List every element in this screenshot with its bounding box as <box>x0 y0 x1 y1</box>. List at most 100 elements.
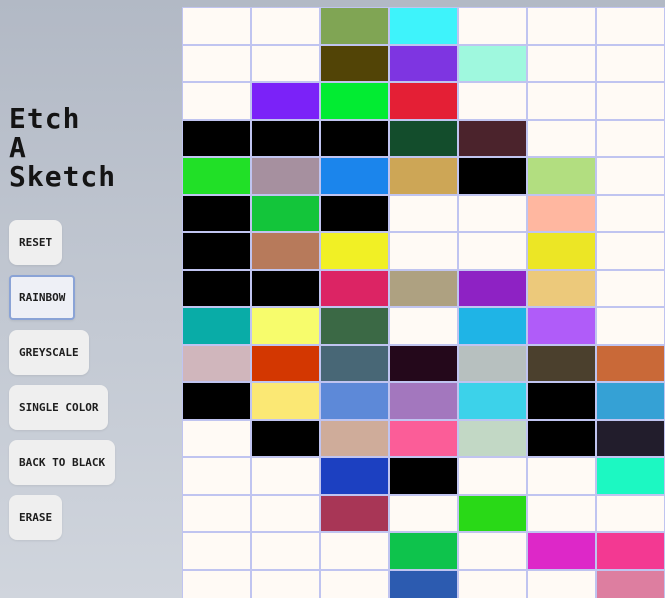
grid-cell[interactable] <box>182 344 251 382</box>
grid-cell[interactable] <box>251 82 320 120</box>
grid-cell[interactable] <box>251 194 320 232</box>
grid-cell[interactable] <box>527 532 596 570</box>
grid-cell[interactable] <box>596 569 665 598</box>
sketch-grid[interactable] <box>182 7 665 598</box>
grid-cell[interactable] <box>458 532 527 570</box>
grid-cell[interactable] <box>320 82 389 120</box>
grid-cell[interactable] <box>527 44 596 82</box>
single-color-button[interactable]: SINGLE COLOR <box>9 385 109 430</box>
grid-cell[interactable] <box>389 569 458 598</box>
grid-cell[interactable] <box>182 82 251 120</box>
grid-cell[interactable] <box>251 457 320 495</box>
grid-cell[interactable] <box>389 269 458 307</box>
grid-cell[interactable] <box>389 232 458 270</box>
grid-cell[interactable] <box>251 344 320 382</box>
grid-cell[interactable] <box>182 157 251 195</box>
grid-cell[interactable] <box>320 269 389 307</box>
grid-cell[interactable] <box>251 382 320 420</box>
grid-cell[interactable] <box>527 569 596 598</box>
grid-cell[interactable] <box>320 344 389 382</box>
grid-cell[interactable] <box>458 194 527 232</box>
grid-cell[interactable] <box>458 44 527 82</box>
grid-cell[interactable] <box>458 344 527 382</box>
grid-cell[interactable] <box>596 194 665 232</box>
grid-cell[interactable] <box>251 119 320 157</box>
grid-cell[interactable] <box>527 7 596 45</box>
grid-cell[interactable] <box>320 119 389 157</box>
back-to-black-button[interactable]: BACK TO BLACK <box>9 440 116 485</box>
grid-cell[interactable] <box>596 7 665 45</box>
grid-cell[interactable] <box>596 457 665 495</box>
grid-cell[interactable] <box>389 7 458 45</box>
grid-cell[interactable] <box>320 307 389 345</box>
grid-cell[interactable] <box>389 419 458 457</box>
greyscale-button[interactable]: GREYSCALE <box>9 330 89 375</box>
grid-cell[interactable] <box>389 457 458 495</box>
grid-cell[interactable] <box>182 269 251 307</box>
grid-cell[interactable] <box>320 7 389 45</box>
grid-cell[interactable] <box>458 232 527 270</box>
grid-cell[interactable] <box>596 119 665 157</box>
grid-cell[interactable] <box>389 194 458 232</box>
grid-cell[interactable] <box>458 419 527 457</box>
grid-cell[interactable] <box>527 119 596 157</box>
grid-cell[interactable] <box>251 307 320 345</box>
grid-cell[interactable] <box>527 494 596 532</box>
grid-cell[interactable] <box>458 494 527 532</box>
grid-cell[interactable] <box>182 382 251 420</box>
grid-cell[interactable] <box>596 344 665 382</box>
grid-cell[interactable] <box>596 419 665 457</box>
grid-cell[interactable] <box>458 157 527 195</box>
grid-cell[interactable] <box>251 157 320 195</box>
grid-cell[interactable] <box>251 7 320 45</box>
grid-cell[interactable] <box>320 44 389 82</box>
grid-cell[interactable] <box>320 232 389 270</box>
grid-cell[interactable] <box>182 7 251 45</box>
grid-cell[interactable] <box>251 569 320 598</box>
grid-cell[interactable] <box>182 419 251 457</box>
grid-cell[interactable] <box>182 119 251 157</box>
grid-cell[interactable] <box>527 344 596 382</box>
grid-cell[interactable] <box>596 82 665 120</box>
grid-cell[interactable] <box>596 232 665 270</box>
erase-button[interactable]: ERASE <box>9 495 63 540</box>
grid-cell[interactable] <box>527 419 596 457</box>
grid-cell[interactable] <box>596 307 665 345</box>
grid-cell[interactable] <box>251 44 320 82</box>
grid-cell[interactable] <box>596 382 665 420</box>
grid-cell[interactable] <box>458 569 527 598</box>
grid-cell[interactable] <box>182 194 251 232</box>
grid-cell[interactable] <box>389 494 458 532</box>
grid-cell[interactable] <box>389 382 458 420</box>
grid-cell[interactable] <box>389 44 458 82</box>
grid-cell[interactable] <box>458 382 527 420</box>
grid-cell[interactable] <box>389 82 458 120</box>
grid-cell[interactable] <box>251 232 320 270</box>
grid-cell[interactable] <box>389 119 458 157</box>
grid-cell[interactable] <box>458 269 527 307</box>
rainbow-button[interactable]: RAINBOW <box>9 275 76 320</box>
grid-cell[interactable] <box>527 307 596 345</box>
grid-cell[interactable] <box>320 494 389 532</box>
grid-cell[interactable] <box>389 157 458 195</box>
grid-cell[interactable] <box>320 157 389 195</box>
grid-cell[interactable] <box>596 44 665 82</box>
grid-cell[interactable] <box>182 232 251 270</box>
grid-cell[interactable] <box>527 457 596 495</box>
grid-cell[interactable] <box>527 157 596 195</box>
grid-cell[interactable] <box>458 119 527 157</box>
grid-cell[interactable] <box>527 382 596 420</box>
grid-cell[interactable] <box>251 419 320 457</box>
grid-cell[interactable] <box>527 269 596 307</box>
grid-cell[interactable] <box>458 7 527 45</box>
grid-cell[interactable] <box>182 44 251 82</box>
grid-cell[interactable] <box>251 269 320 307</box>
grid-cell[interactable] <box>389 307 458 345</box>
grid-cell[interactable] <box>458 457 527 495</box>
grid-cell[interactable] <box>182 457 251 495</box>
grid-cell[interactable] <box>596 532 665 570</box>
grid-cell[interactable] <box>182 569 251 598</box>
grid-cell[interactable] <box>182 532 251 570</box>
grid-cell[interactable] <box>251 532 320 570</box>
grid-cell[interactable] <box>251 494 320 532</box>
